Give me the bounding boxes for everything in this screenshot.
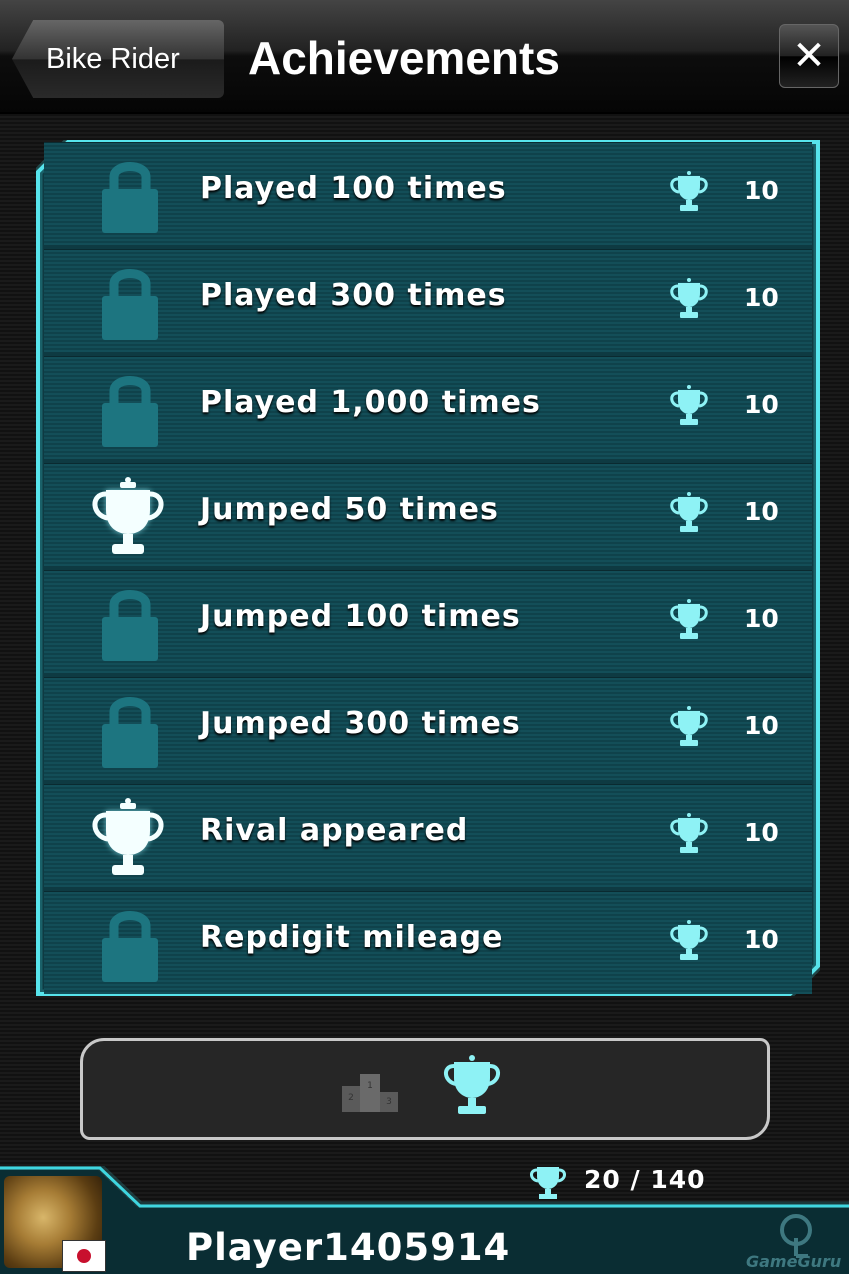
achievement-points: 10 (744, 283, 779, 312)
achievement-points: 10 (744, 497, 779, 526)
svg-text:2: 2 (348, 1093, 354, 1103)
achievement-row[interactable]: Played 100 times 10 (44, 142, 812, 245)
achievement-points: 10 (744, 818, 779, 847)
achievement-label: Played 100 times (200, 171, 507, 206)
lock-icon (100, 690, 160, 770)
lock-icon (100, 583, 160, 663)
achievement-row[interactable]: Jumped 300 times 10 (44, 677, 812, 780)
achievement-label: Jumped 50 times (200, 492, 499, 527)
page-title: Achievements (248, 32, 560, 84)
lock-icon (100, 155, 160, 235)
points-trophy-icon (668, 385, 710, 427)
score-trophy-icon (530, 1167, 566, 1199)
trophy-icon[interactable] (440, 1054, 504, 1120)
achievement-label: Played 1,000 times (200, 385, 541, 420)
tab-bar (80, 1038, 770, 1140)
achievement-label: Played 300 times (200, 278, 507, 313)
points-trophy-icon (668, 813, 710, 855)
back-button-label[interactable]: Bike Rider (46, 20, 180, 98)
achievement-points: 10 (744, 604, 779, 633)
trophy-icon (86, 476, 170, 560)
achievement-points: 10 (744, 711, 779, 740)
achievement-row[interactable]: Played 300 times 10 (44, 249, 812, 352)
points-trophy-icon (668, 492, 710, 534)
points-trophy-icon (668, 920, 710, 962)
watermark-text: GameGuru (746, 1252, 842, 1271)
player-name: Player1405914 (186, 1226, 511, 1269)
points-trophy-icon (668, 278, 710, 320)
achievement-points: 10 (744, 925, 779, 954)
achievement-label: Repdigit mileage (200, 920, 504, 955)
lock-icon (100, 369, 160, 449)
achievement-label: Rival appeared (200, 813, 469, 848)
close-button[interactable]: ✕ (779, 24, 839, 88)
achievement-row[interactable]: Played 1,000 times 10 (44, 356, 812, 459)
svg-text:1: 1 (367, 1081, 373, 1091)
achievement-list: Played 100 times 10 Played 300 times 10 Play… (44, 142, 812, 998)
achievement-points: 10 (744, 176, 779, 205)
lock-icon (100, 262, 160, 342)
lock-icon (100, 904, 160, 984)
achievement-row[interactable]: Jumped 100 times 10 (44, 570, 812, 673)
score-total: 20 / 140 (584, 1165, 706, 1194)
achievement-row[interactable]: Jumped 50 times 10 (44, 463, 812, 566)
points-trophy-icon (668, 599, 710, 641)
points-trophy-icon (668, 706, 710, 748)
points-trophy-icon (668, 171, 710, 213)
achievement-row[interactable]: Rival appeared 10 (44, 784, 812, 887)
svg-text:3: 3 (386, 1097, 392, 1107)
achievement-label: Jumped 100 times (200, 599, 521, 634)
achievement-points: 10 (744, 390, 779, 419)
achievement-label: Jumped 300 times (200, 706, 521, 741)
achievement-row[interactable]: Repdigit mileage 10 (44, 891, 812, 994)
trophy-icon (86, 797, 170, 881)
japan-flag-icon (62, 1240, 106, 1272)
podium-icon[interactable]: 1 2 3 (340, 1066, 400, 1116)
